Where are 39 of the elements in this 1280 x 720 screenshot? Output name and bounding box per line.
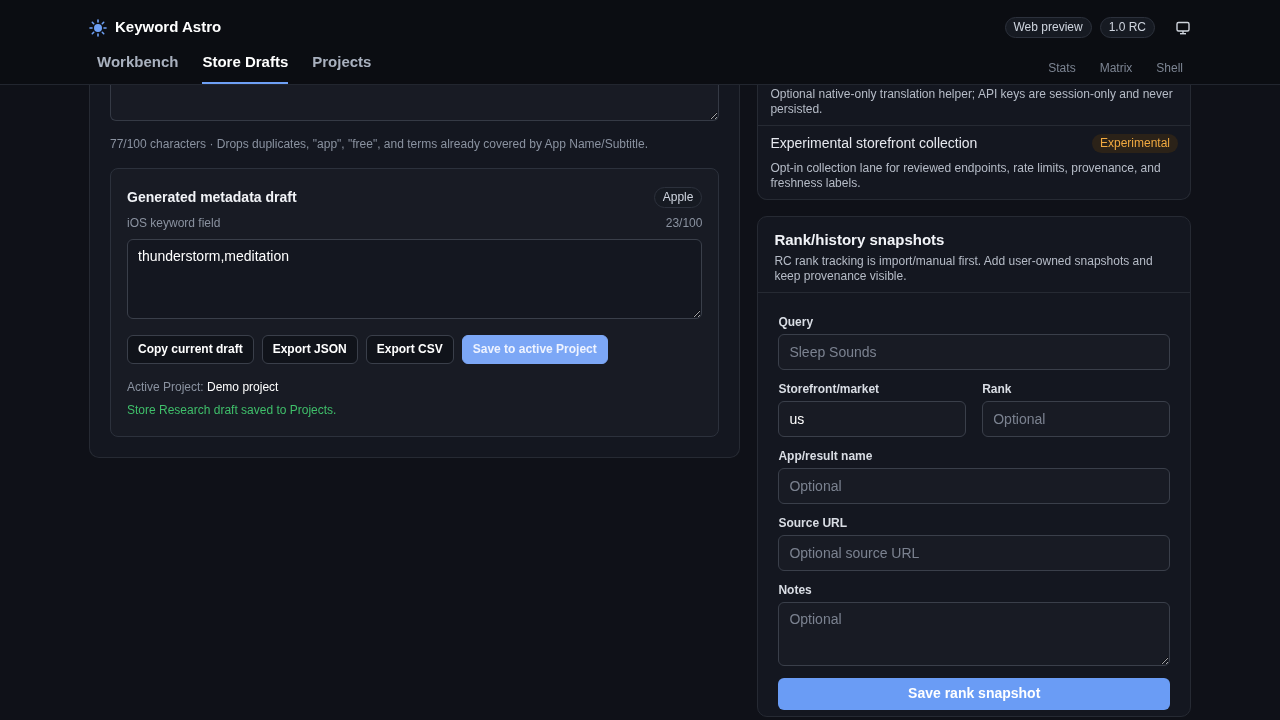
text-field[interactable]: Optional (778, 467, 1170, 504)
character-count-hint: 77/100 characters · Drops duplicates, "app", "free", and terms already covered by App Name/Subtitle. (110, 137, 649, 152)
field-label: App/result name (778, 448, 874, 464)
card-title: Rank/history snapshots (774, 231, 946, 250)
nav-link[interactable]: Matrix (1099, 61, 1133, 76)
field-label: Source URL (778, 515, 849, 531)
active-project-text: Active Project: Demo project (127, 380, 280, 395)
notes-field[interactable]: Optional (778, 601, 1170, 666)
feature-title: Experimental storefront collection (770, 134, 978, 153)
app-title: Keyword Astro (115, 18, 222, 37)
field-label: Rank (982, 381, 1013, 397)
field-label: iOS keyword field (127, 216, 221, 231)
sun-icon (89, 18, 107, 37)
nav-tab[interactable]: Workbench (97, 53, 179, 84)
text-field[interactable]: us (778, 400, 967, 437)
platform-badge: Apple (653, 187, 703, 208)
draft-title: Generated metadata draft (127, 188, 297, 207)
nav-tab[interactable]: Projects (312, 53, 372, 84)
version-badge: 1.0 RC (1099, 17, 1155, 38)
monitor-icon[interactable] (1175, 19, 1191, 36)
export-button[interactable]: Export JSON (261, 335, 358, 364)
feature-description: Opt-in collection lane for reviewed endpoints, rate limits, provenance, and freshness labels. (770, 161, 1162, 191)
field-label: Query (778, 314, 815, 330)
character-count: 23/100 (665, 216, 703, 231)
nav-link[interactable]: Shell (1156, 61, 1183, 76)
card-description: RC rank tracking is import/manual first. Add user-owned snapshots and keep provenance visible. (774, 253, 1154, 284)
keyword-field[interactable]: thunderstorm,meditation (127, 239, 703, 319)
field-label: Notes (778, 582, 813, 598)
text-field[interactable]: Sleep Sounds (778, 333, 1170, 370)
nav-link[interactable]: Stats (1048, 61, 1076, 76)
text-field[interactable]: Optional (982, 400, 1170, 437)
mode-badge: Web preview (1004, 17, 1092, 38)
export-button[interactable]: Export CSV (365, 335, 454, 364)
status-message: Store Research draft saved to Projects. (127, 403, 338, 418)
status-badge: Experimental (1091, 134, 1178, 153)
field-label: Storefront/market (778, 381, 881, 397)
feature-description: Optional native-only translation helper; API keys are session-only and never persisted. (770, 87, 1174, 117)
export-button[interactable]: Copy current draft (127, 335, 254, 364)
text-field[interactable]: Optional source URL (778, 534, 1170, 571)
